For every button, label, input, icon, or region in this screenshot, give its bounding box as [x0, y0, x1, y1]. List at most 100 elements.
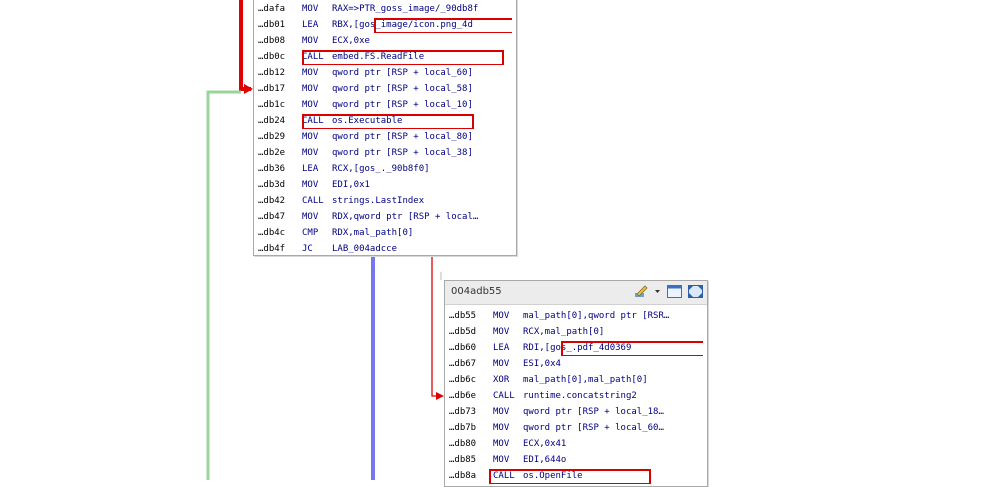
line-operands[interactable]: qword ptr [RSP + local_60] [332, 65, 473, 81]
flow-edge-red-down-arrow [436, 392, 444, 400]
line-operands[interactable]: EDI,644o [523, 452, 566, 468]
code-line[interactable]: …db6e CALL runtime.concatstring2 [449, 388, 703, 404]
line-operands[interactable]: embed.FS.ReadFile [332, 49, 424, 65]
code-line[interactable]: …db1c MOV qword ptr [RSP + local_10] [258, 97, 512, 113]
code-line[interactable]: …db4c CMP RDX,mal_path[0] [258, 225, 512, 241]
line-operands[interactable]: strings.LastIndex [332, 193, 424, 209]
line-operands[interactable]: RCX,[gos_._90b8f0] [332, 161, 430, 177]
line-operands[interactable]: qword ptr [RSP + local_10] [332, 97, 473, 113]
line-address: …db47 [258, 212, 286, 222]
line-address: …db73 [449, 407, 477, 417]
line-address: …db67 [449, 359, 477, 369]
window-icon[interactable] [667, 283, 682, 302]
code-block-2[interactable]: 004adb55 …db55 MOV mal_path[0],qword ptr… [444, 280, 708, 487]
line-mnemonic: MOV [493, 311, 510, 321]
code-line[interactable]: …db85 MOV EDI,644o [449, 452, 703, 468]
flow-edge-red-down [431, 256, 440, 397]
line-mnemonic: XOR [493, 375, 510, 385]
flow-edge-red-left-arrow [244, 84, 253, 94]
line-address: …db2e [258, 148, 286, 158]
line-operands[interactable]: ECX,0xe [332, 33, 370, 49]
line-address: …db85 [449, 455, 477, 465]
line-address: …dafa [258, 4, 286, 14]
line-operands[interactable]: RBX,[gos_image/icon.png_4d [332, 17, 473, 33]
line-operands[interactable]: EDI,0x1 [332, 177, 370, 193]
line-mnemonic: CALL [302, 116, 324, 126]
line-address: …db29 [258, 132, 286, 142]
code-line[interactable]: …db12 MOV qword ptr [RSP + local_60] [258, 65, 512, 81]
code-line[interactable]: …db17 MOV qword ptr [RSP + local_58] [258, 81, 512, 97]
line-operands[interactable]: ESI,0x4 [523, 356, 561, 372]
code-line[interactable]: …db8a CALL os.OpenFile [449, 468, 703, 484]
code-line[interactable]: …db5d MOV RCX,mal_path[0] [449, 324, 703, 340]
line-address: …db6c [449, 375, 477, 385]
code-line[interactable]: …db3d MOV EDI,0x1 [258, 177, 512, 193]
line-mnemonic: MOV [493, 407, 510, 417]
code-line[interactable]: …db80 MOV ECX,0x41 [449, 436, 703, 452]
dropdown-arrow-icon[interactable] [654, 283, 661, 302]
line-operands[interactable]: ECX,0x41 [523, 436, 566, 452]
code-line[interactable]: …db73 MOV qword ptr [RSP + local_18… [449, 404, 703, 420]
line-address: …db08 [258, 36, 286, 46]
line-mnemonic: LEA [493, 343, 510, 353]
line-address: …db24 [258, 116, 286, 126]
line-mnemonic: MOV [493, 327, 510, 337]
code-line[interactable]: …db42 CALL strings.LastIndex [258, 193, 512, 209]
flow-edge-red-left [239, 0, 251, 91]
line-operands[interactable]: qword ptr [RSP + local_60… [523, 420, 664, 436]
line-operands[interactable]: RDX,mal_path[0] [332, 225, 413, 241]
line-operands[interactable]: mal_path[0],qword ptr [RSR… [523, 308, 669, 324]
code-line[interactable]: …db60 LEA RDI,[gos_.pdf_4d0369 [449, 340, 703, 356]
line-operands[interactable]: qword ptr [RSP + local_58] [332, 81, 473, 97]
line-address: …db4c [258, 228, 286, 238]
line-mnemonic: CALL [493, 471, 515, 481]
line-address: …db6e [449, 391, 477, 401]
line-operands[interactable]: qword ptr [RSP + local_38] [332, 145, 473, 161]
code-line[interactable]: …db7b MOV qword ptr [RSP + local_60… [449, 420, 703, 436]
line-operands[interactable]: RCX,mal_path[0] [523, 324, 604, 340]
code-line[interactable]: …db29 MOV qword ptr [RSP + local_80] [258, 129, 512, 145]
line-mnemonic: MOV [302, 132, 319, 142]
line-address: …db60 [449, 343, 477, 353]
code-line[interactable]: …db6c XOR mal_path[0],mal_path[0] [449, 372, 703, 388]
code-block-1[interactable]: …dafa MOV RAX=>PTR_goss_image/_90db8f …db01… [253, 0, 517, 256]
line-mnemonic: MOV [493, 423, 510, 433]
edit-icon[interactable] [634, 283, 648, 302]
line-address: …db3d [258, 180, 286, 190]
line-address: …db5d [449, 327, 477, 337]
line-operands[interactable]: runtime.concatstring2 [523, 388, 637, 404]
fullscreen-icon[interactable] [688, 283, 703, 302]
line-operands[interactable]: RDI,[gos_.pdf_4d0369 [523, 340, 631, 356]
code-line[interactable]: …db55 MOV mal_path[0],qword ptr [RSR… [449, 308, 703, 324]
line-operands[interactable]: os.Executable [332, 113, 402, 129]
line-operands[interactable]: qword ptr [RSP + local_80] [332, 129, 473, 145]
code-line[interactable]: …db2e MOV qword ptr [RSP + local_38] [258, 145, 512, 161]
line-address: …db8a [449, 471, 477, 481]
code-line[interactable]: …db08 MOV ECX,0xe [258, 33, 512, 49]
line-mnemonic: MOV [493, 359, 510, 369]
line-mnemonic: MOV [302, 212, 319, 222]
line-operands[interactable]: LAB_004adcce [332, 241, 397, 257]
code-line[interactable]: …db4f JC LAB_004adcce [258, 241, 512, 257]
block-title: 004adb55 [451, 286, 502, 297]
line-operands[interactable]: os.OpenFile [523, 468, 583, 484]
line-mnemonic: LEA [302, 164, 319, 174]
line-address: …db36 [258, 164, 286, 174]
line-operands[interactable]: mal_path[0],mal_path[0] [523, 372, 648, 388]
line-operands[interactable]: qword ptr [RSP + local_18… [523, 404, 664, 420]
line-mnemonic: CALL [493, 391, 515, 401]
code-line[interactable]: …db36 LEA RCX,[gos_._90b8f0] [258, 161, 512, 177]
line-mnemonic: MOV [302, 68, 319, 78]
line-mnemonic: CALL [302, 52, 324, 62]
line-mnemonic: MOV [302, 100, 319, 110]
code-line[interactable]: …db0c CALL embed.FS.ReadFile [258, 49, 512, 65]
line-mnemonic: MOV [302, 180, 319, 190]
code-line[interactable]: …db01 LEA RBX,[gos_image/icon.png_4d [258, 17, 512, 33]
line-operands[interactable]: RAX=>PTR_goss_image/_90db8f [332, 1, 478, 17]
code-line[interactable]: …db47 MOV RDX,qword ptr [RSP + local… [258, 209, 512, 225]
line-operands[interactable]: RDX,qword ptr [RSP + local… [332, 209, 478, 225]
line-address: …db01 [258, 20, 286, 30]
code-line[interactable]: …db24 CALL os.Executable [258, 113, 512, 129]
code-line[interactable]: …dafa MOV RAX=>PTR_goss_image/_90db8f [258, 1, 512, 17]
code-line[interactable]: …db67 MOV ESI,0x4 [449, 356, 703, 372]
